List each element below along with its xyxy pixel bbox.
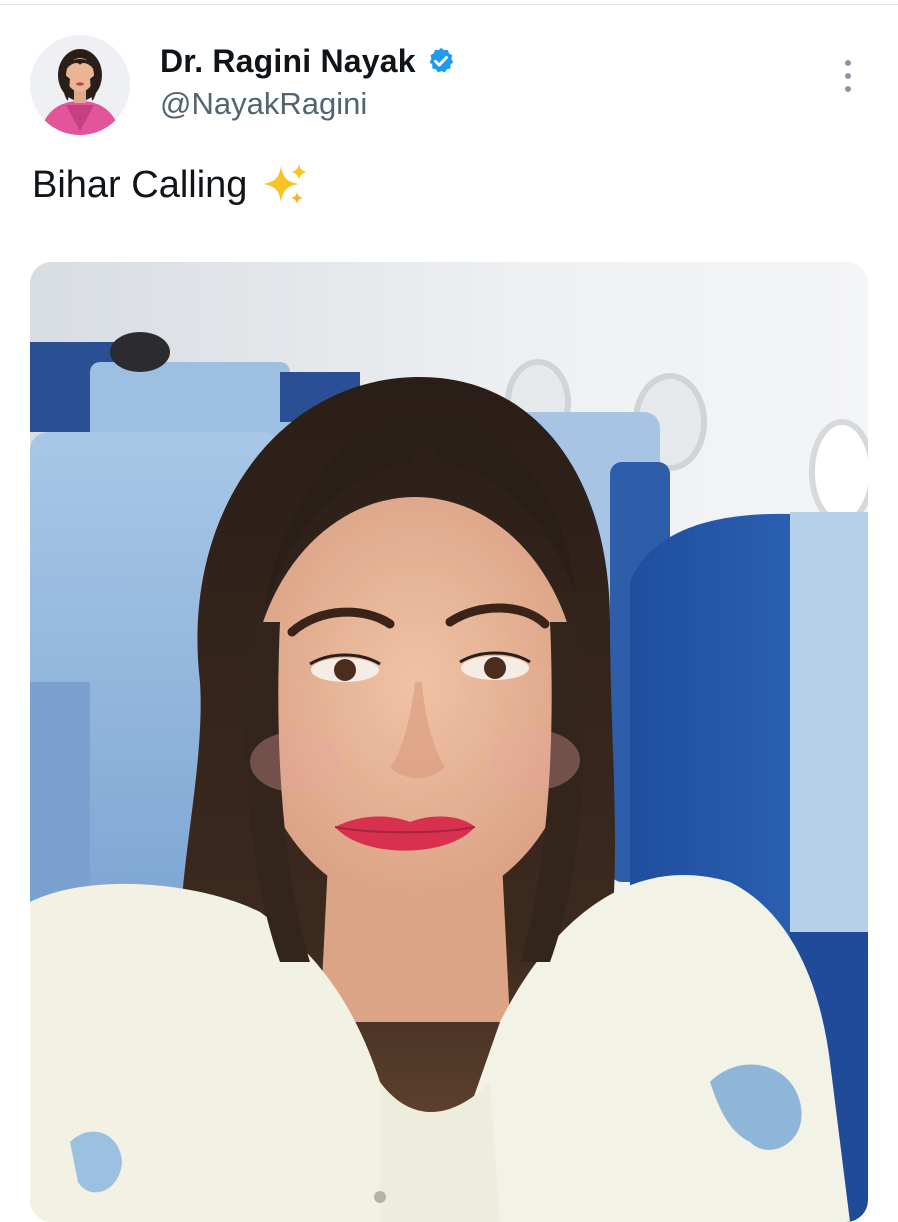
tweet-photo[interactable] [30,262,868,1222]
sparkles-icon [259,160,309,210]
tweet-text: Bihar Calling [32,160,309,210]
more-dot-icon [845,86,851,92]
verified-badge-icon [426,46,456,76]
tweet-body: Bihar Calling [32,163,248,206]
more-dot-icon [845,73,851,79]
tweet-card: Dr. Ragini Nayak @NayakRagini Bihar Call… [0,0,898,1222]
display-name[interactable]: Dr. Ragini Nayak [160,43,416,80]
user-handle[interactable]: @NayakRagini [160,86,367,122]
avatar[interactable] [30,35,130,135]
more-dot-icon [845,60,851,66]
more-options-button[interactable] [834,56,862,96]
author-name-row[interactable]: Dr. Ragini Nayak [160,40,456,82]
divider [0,4,898,5]
